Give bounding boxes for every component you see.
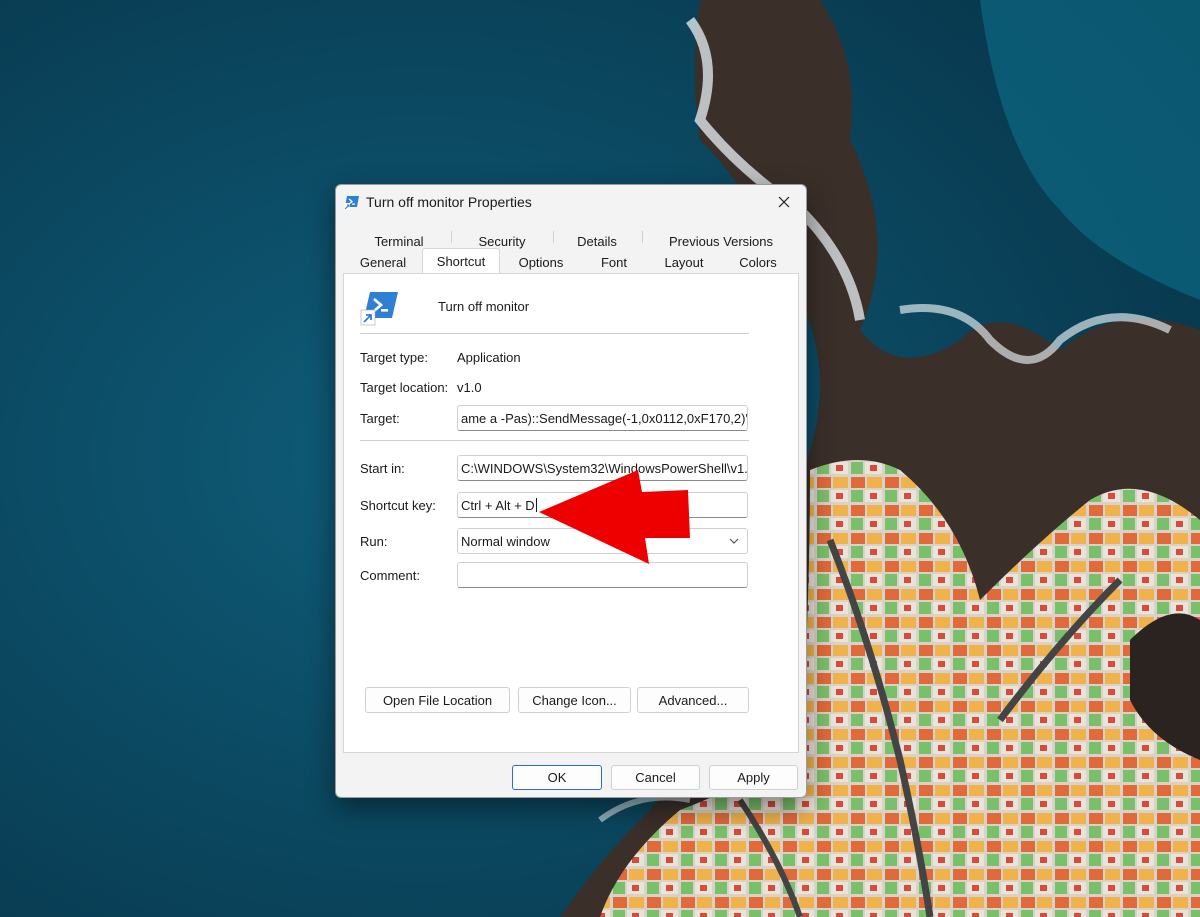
advanced-button[interactable]: Advanced... bbox=[637, 687, 749, 713]
target-type-label: Target type: bbox=[360, 350, 428, 365]
tab-options[interactable]: Options bbox=[504, 252, 578, 272]
title-bar[interactable]: Turn off monitor Properties bbox=[336, 185, 806, 219]
run-label: Run: bbox=[360, 534, 388, 549]
target-field[interactable]: ame a -Pas)::SendMessage(-1,0x0112,0xF17… bbox=[457, 405, 748, 431]
cancel-button[interactable]: Cancel bbox=[611, 765, 700, 790]
tab-colors[interactable]: Colors bbox=[722, 252, 794, 272]
tab-font[interactable]: Font bbox=[582, 252, 646, 272]
close-icon bbox=[778, 196, 790, 208]
target-type-value: Application bbox=[457, 350, 521, 365]
shortcut-key-label: Shortcut key: bbox=[360, 498, 436, 513]
target-label: Target: bbox=[360, 411, 400, 426]
chevron-down-icon bbox=[729, 538, 739, 544]
start-in-label: Start in: bbox=[360, 461, 405, 476]
powershell-shortcut-icon bbox=[360, 292, 398, 326]
tab-previous-versions[interactable]: Previous Versions bbox=[646, 231, 796, 251]
apply-button[interactable]: Apply bbox=[709, 765, 798, 790]
shortcut-key-value: Ctrl + Alt + D bbox=[461, 498, 535, 513]
target-value: ame a -Pas)::SendMessage(-1,0x0112,0xF17… bbox=[461, 411, 748, 426]
target-location-value: v1.0 bbox=[457, 380, 482, 395]
divider bbox=[360, 333, 749, 334]
red-arrow-annotation bbox=[539, 470, 690, 564]
tab-layout[interactable]: Layout bbox=[650, 252, 718, 272]
change-icon-button[interactable]: Change Icon... bbox=[518, 687, 631, 713]
window-title: Turn off monitor Properties bbox=[366, 194, 532, 210]
ok-button[interactable]: OK bbox=[512, 765, 602, 790]
tab-shortcut[interactable]: Shortcut bbox=[422, 248, 500, 273]
close-button[interactable] bbox=[768, 189, 800, 215]
divider bbox=[360, 440, 749, 441]
open-file-location-button[interactable]: Open File Location bbox=[365, 687, 510, 713]
powershell-shortcut-icon bbox=[344, 196, 359, 210]
tab-details[interactable]: Details bbox=[556, 231, 638, 251]
tab-general[interactable]: General bbox=[348, 252, 418, 272]
comment-label: Comment: bbox=[360, 568, 420, 583]
shortcut-name: Turn off monitor bbox=[438, 299, 530, 314]
target-location-label: Target location: bbox=[360, 380, 449, 395]
